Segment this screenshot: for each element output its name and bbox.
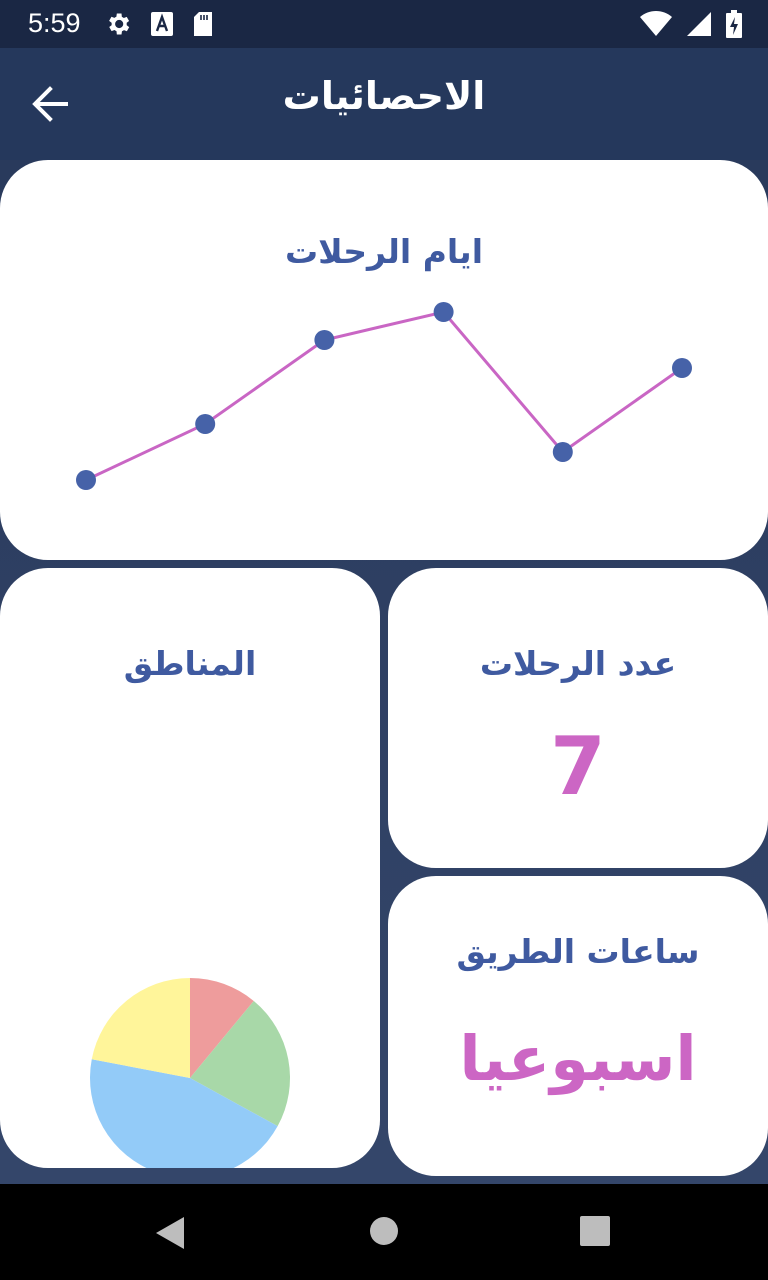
nav-recents-button[interactable]	[580, 1216, 610, 1246]
trip-days-point-2	[195, 414, 216, 434]
trip-days-point-6	[672, 358, 692, 378]
text-a-icon	[150, 11, 174, 37]
page-title: الاحصائيات	[282, 74, 486, 118]
trips-count-title: عدد الرحلات	[479, 644, 677, 683]
trips-count-value: 7	[550, 720, 606, 813]
app-bar: الاحصائيات	[0, 48, 768, 160]
road-hours-value: اسبوعيا	[459, 1022, 697, 1095]
trip-days-line-chart	[76, 302, 692, 490]
trip-days-series-line	[85, 310, 683, 482]
trip-days-point-5	[552, 442, 573, 462]
trip-days-point-3	[314, 330, 335, 350]
stats-content: ايام الرحلات المناطق عدد الرحلات 7 ساعات…	[0, 160, 768, 1184]
road-hours-card: ساعات الطريق اسبوعيا	[388, 876, 768, 1176]
status-time: 5:59	[28, 8, 81, 38]
wifi-icon	[640, 11, 672, 37]
nav-home-button[interactable]	[369, 1216, 399, 1246]
nav-back-button[interactable]	[154, 1216, 186, 1250]
trip-days-point-4	[433, 302, 454, 322]
road-hours-title: ساعات الطريق	[456, 932, 700, 971]
regions-pie-chart	[90, 978, 290, 1168]
regions-card: المناطق	[0, 568, 380, 1168]
trips-count-card: عدد الرحلات 7	[388, 568, 768, 868]
triangle-back-icon	[156, 1217, 184, 1249]
signal-icon	[686, 11, 712, 37]
circle-home-icon	[370, 1217, 398, 1245]
settings-icon	[104, 10, 132, 38]
sd-card-icon	[192, 11, 214, 37]
status-bar: 5:59	[0, 0, 768, 48]
trip-days-card: ايام الرحلات	[0, 160, 768, 560]
battery-charging-icon	[726, 10, 742, 38]
navigation-bar	[0, 1184, 768, 1280]
trip-days-point-1	[76, 470, 96, 490]
square-recents-icon	[580, 1216, 610, 1246]
